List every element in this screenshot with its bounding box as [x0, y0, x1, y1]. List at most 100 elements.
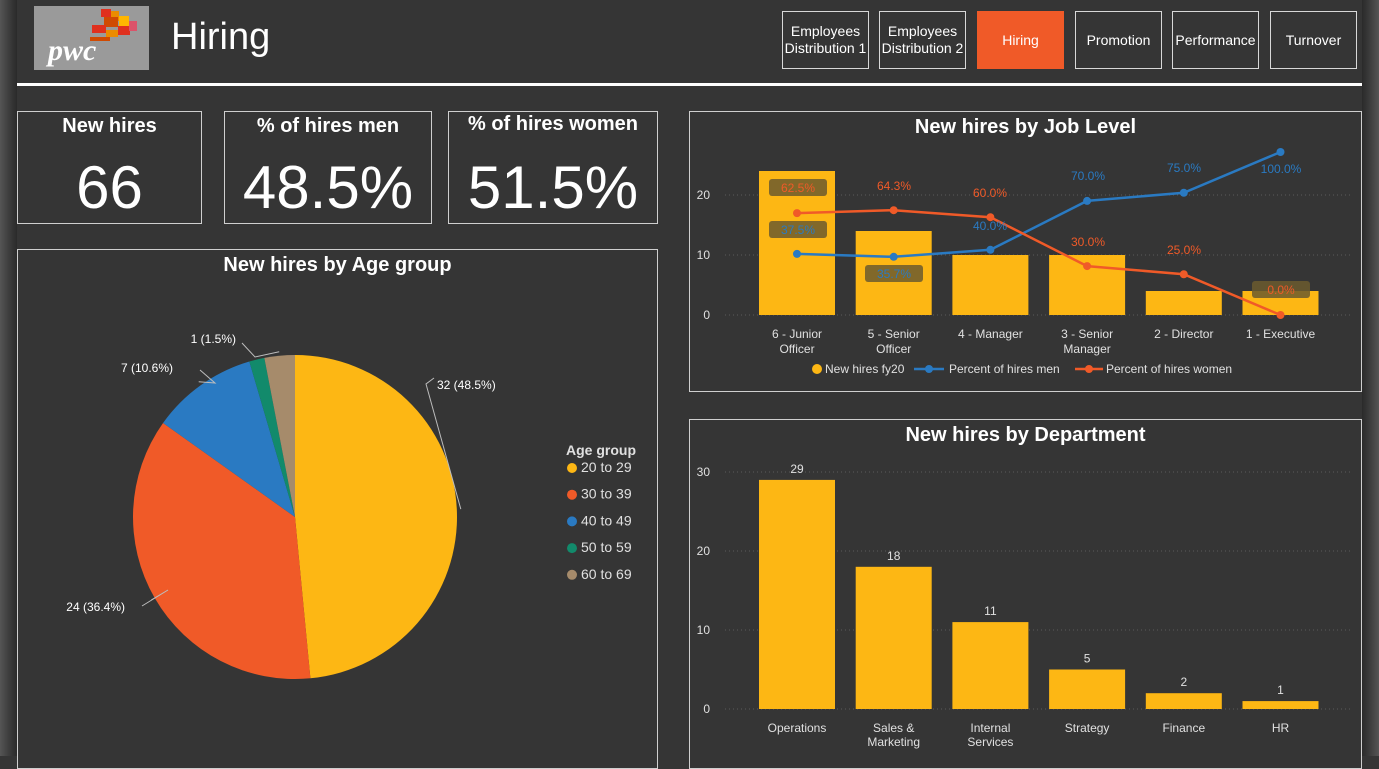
- pie-legend-item[interactable]: 60 to 69: [581, 566, 632, 582]
- line-data-label: 75.0%: [1167, 161, 1201, 175]
- job-level-bar[interactable]: [1145, 291, 1222, 315]
- bar-data-label: 29: [790, 462, 804, 476]
- x-tick-label: Finance: [1162, 721, 1205, 735]
- line-point[interactable]: [793, 249, 801, 258]
- nav-button-employees-2[interactable]: Employees Distribution 2: [879, 11, 966, 69]
- department-bar[interactable]: [1145, 693, 1222, 709]
- job-level-bar[interactable]: [952, 255, 1029, 315]
- legend-marker: [567, 543, 577, 554]
- line-point[interactable]: [889, 206, 898, 215]
- line-data-label: 70.0%: [1071, 169, 1105, 183]
- y-tick-label: 30: [697, 465, 711, 479]
- line-point[interactable]: [1179, 270, 1188, 279]
- x-tick-label: Manager: [1063, 342, 1110, 356]
- line-point[interactable]: [1276, 148, 1285, 156]
- department-bar[interactable]: [952, 622, 1029, 709]
- y-tick-label: 20: [697, 188, 711, 202]
- x-tick-label: Marketing: [867, 735, 920, 749]
- bar-data-label: 18: [887, 549, 901, 563]
- kpi-new-hires-value: 66: [76, 154, 143, 221]
- page-title: Hiring: [171, 16, 271, 58]
- x-tick-label: Officer: [779, 342, 814, 356]
- line-data-label: 30.0%: [1071, 235, 1105, 249]
- x-tick-label: 3 - Senior: [1061, 327, 1113, 341]
- legend-marker: [925, 365, 933, 373]
- department-bar[interactable]: [759, 479, 835, 709]
- left-frame-edge: [0, 0, 17, 756]
- kpi-women-label: % of hires women: [467, 113, 639, 135]
- x-tick-label: Services: [967, 735, 1013, 749]
- x-tick-label: 6 - Junior: [772, 327, 822, 341]
- line-data-label: 64.3%: [877, 179, 911, 193]
- department-bar[interactable]: [1242, 701, 1319, 709]
- x-tick-label: Operations: [768, 721, 827, 735]
- department-bar[interactable]: [1049, 669, 1126, 710]
- department-bar[interactable]: [855, 566, 932, 709]
- line-data-label: 62.5%: [781, 181, 815, 195]
- y-tick-label: 0: [703, 702, 710, 716]
- x-tick-label: 5 - Senior: [868, 327, 920, 341]
- line-point[interactable]: [1083, 196, 1092, 205]
- department-chart: 0 10 20 30 29 Operations 18 Sales &Marketing 11 I…: [697, 462, 1350, 749]
- x-tick-label: Internal: [970, 721, 1010, 735]
- line-data-label: 0.0%: [1267, 283, 1295, 297]
- legend-label[interactable]: Percent of hires men: [949, 362, 1060, 376]
- pie-legend-item[interactable]: 20 to 29: [581, 459, 632, 475]
- line-point[interactable]: [1179, 188, 1188, 197]
- age-pie-chart: 32 (48.5%) 24 (36.4%) 7 (10.6%) 1 (1.5%) Age…: [66, 332, 636, 679]
- kpi-new-hires-card: New hires 66: [17, 111, 202, 224]
- pie-legend-title: Age group: [566, 442, 636, 458]
- department-panel: New hires by Department 0 10 20 30 29 Operati…: [689, 419, 1362, 769]
- nav-button-label: Turnover: [1285, 31, 1342, 48]
- bar-data-label: 2: [1180, 675, 1187, 689]
- line-point[interactable]: [1083, 262, 1092, 271]
- nav-button-employees-1[interactable]: Employees Distribution 1: [782, 11, 869, 69]
- kpi-men-value: 48.5%: [242, 154, 414, 221]
- y-tick-label: 10: [697, 248, 711, 262]
- pie-legend-item[interactable]: 30 to 39: [581, 486, 632, 502]
- x-tick-label: 4 - Manager: [958, 327, 1023, 341]
- line-data-label: 60.0%: [973, 186, 1007, 200]
- legend-label[interactable]: New hires fy20: [825, 362, 905, 376]
- age-group-panel: New hires by Age group 32 (48.5%) 24 (36.…: [17, 249, 658, 769]
- legend-marker: [567, 516, 577, 527]
- nav-button-label: Employees Distribution 1: [784, 23, 867, 56]
- pie-leader-line: [241, 342, 280, 358]
- right-frame-edge: [1362, 0, 1379, 756]
- pie-leader-line: [198, 369, 217, 384]
- legend-marker: [567, 569, 577, 580]
- bar-data-label: 1: [1277, 683, 1284, 697]
- pie-data-label: 24 (36.4%): [66, 600, 125, 614]
- x-tick-label: 2 - Director: [1154, 327, 1213, 341]
- x-tick-label: Sales &: [873, 721, 914, 735]
- pie-data-label: 7 (10.6%): [121, 361, 173, 375]
- nav-button-turnover[interactable]: Turnover: [1270, 11, 1357, 69]
- pie-data-label: 1 (1.5%): [191, 332, 236, 346]
- kpi-women-value: 51.5%: [467, 154, 639, 221]
- kpi-men-label: % of hires men: [256, 115, 400, 137]
- x-tick-label: HR: [1272, 721, 1290, 735]
- legend-label[interactable]: Percent of hires women: [1106, 362, 1232, 376]
- nav-button-hiring[interactable]: Hiring: [977, 11, 1064, 69]
- nav-button-promotion[interactable]: Promotion: [1075, 11, 1162, 69]
- pie-data-label: 32 (48.5%): [437, 378, 496, 392]
- pie-slice-20-to-29[interactable]: [295, 355, 457, 679]
- pie-legend-item[interactable]: 40 to 49: [581, 512, 632, 528]
- pie-legend-item[interactable]: 50 to 59: [581, 539, 632, 555]
- nav-button-performance[interactable]: Performance: [1172, 11, 1259, 69]
- job-level-panel: New hires by Job Level 0 10 20 6 - Junior Of…: [689, 111, 1362, 392]
- line-data-label: 25.0%: [1167, 243, 1201, 257]
- line-data-label: 35.7%: [877, 267, 911, 281]
- line-point[interactable]: [986, 245, 995, 254]
- line-point[interactable]: [793, 209, 801, 218]
- nav-button-label: Employees Distribution 2: [881, 23, 964, 56]
- kpi-women-card: % of hires women 51.5%: [448, 111, 658, 224]
- kpi-men-card: % of hires men 48.5%: [224, 111, 432, 224]
- y-tick-label: 20: [697, 544, 711, 558]
- pwc-logo: pwc: [34, 6, 149, 70]
- line-data-label: 100.0%: [1261, 162, 1302, 176]
- line-data-label: 37.5%: [781, 223, 815, 237]
- line-point[interactable]: [1276, 311, 1285, 319]
- line-point[interactable]: [889, 252, 898, 261]
- bar-data-label: 5: [1084, 652, 1091, 666]
